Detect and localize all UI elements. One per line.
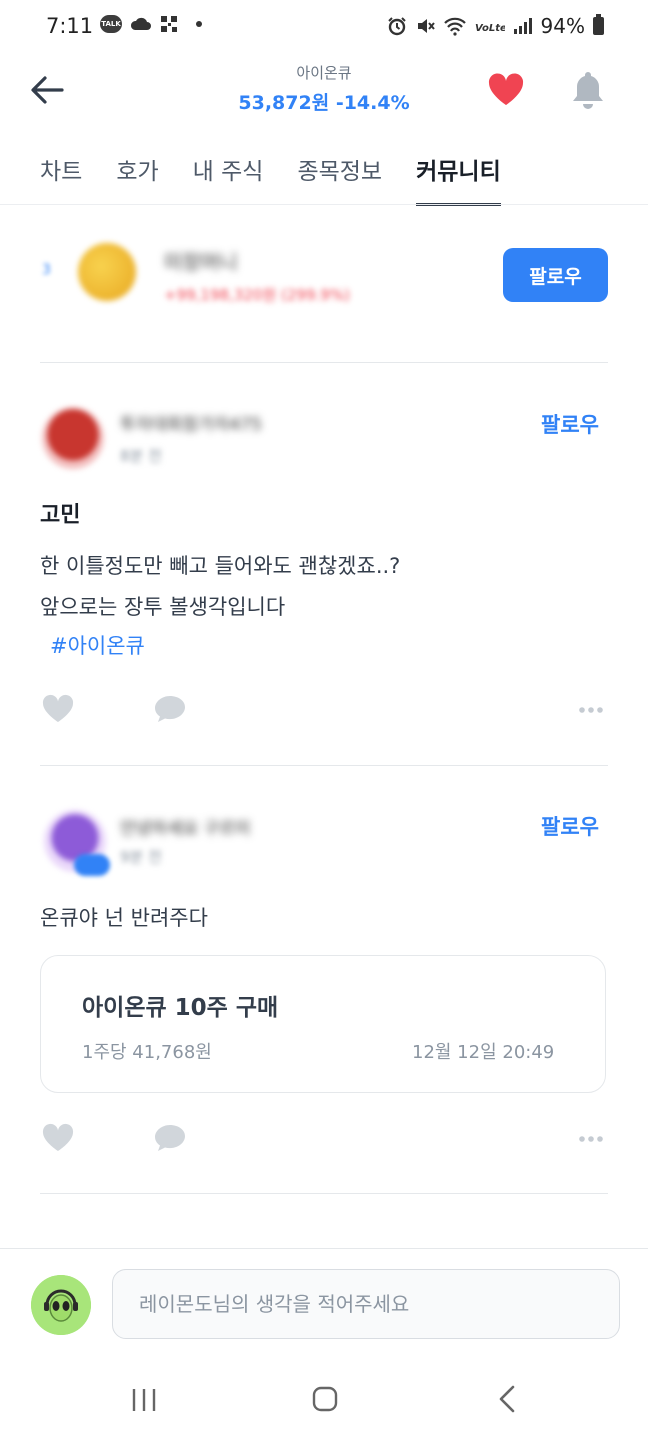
post-body-line[interactable]: 앞으로는 장투 볼생각입니다 xyxy=(40,591,285,621)
tab-orderbook[interactable]: 호가 xyxy=(116,152,158,206)
kakaotalk-icon: TALK xyxy=(100,15,122,33)
ranking-number: 3 xyxy=(42,262,51,278)
divider xyxy=(40,1193,608,1194)
comment-bubble-icon[interactable] xyxy=(153,1123,187,1153)
recommended-author-name[interactable]: 미장머니 xyxy=(164,246,238,275)
signal-icon xyxy=(513,18,532,34)
stock-price-line: 53,872원 -14.4% xyxy=(0,88,648,115)
wifi-icon xyxy=(443,17,466,36)
comment-input[interactable] xyxy=(112,1269,620,1339)
recommended-author-profit: +99,198,320원 (299.9%) xyxy=(164,286,350,304)
favorite-heart-button[interactable] xyxy=(486,70,526,110)
trade-title: 아이온큐 10주 구매 xyxy=(82,995,279,1021)
post-body[interactable]: 온큐야 넌 반려주다 xyxy=(40,902,208,932)
like-heart-icon[interactable] xyxy=(41,1123,75,1153)
hashtag-link[interactable]: #아이온큐 xyxy=(50,630,145,660)
avatar[interactable] xyxy=(31,1275,91,1335)
stock-change: -14.4% xyxy=(335,92,410,114)
follow-button[interactable]: 팔로우 xyxy=(541,811,599,841)
home-icon[interactable] xyxy=(312,1386,338,1412)
tab-divider xyxy=(0,204,648,205)
comment-bubble-icon[interactable] xyxy=(153,694,187,724)
status-system-icons: VoLte 94% xyxy=(387,14,604,38)
like-heart-icon[interactable] xyxy=(41,694,75,724)
tab-stock-info[interactable]: 종목정보 xyxy=(297,152,382,206)
mute-icon xyxy=(417,19,435,33)
post-author-name[interactable]: 투자대회참가자475 xyxy=(120,410,262,435)
nav-back-icon[interactable] xyxy=(497,1384,517,1414)
follow-button[interactable]: 팔로우 xyxy=(503,248,608,302)
battery-percent: 94% xyxy=(540,14,585,38)
qr-icon xyxy=(161,16,177,32)
avatar[interactable] xyxy=(42,407,104,469)
stock-tabs: 차트 호가 내 주식 종목정보 커뮤니티 xyxy=(40,152,535,206)
notification-bell-button[interactable] xyxy=(568,68,608,112)
post-title[interactable]: 고민 xyxy=(40,497,80,529)
follow-button[interactable]: 팔로우 xyxy=(541,409,599,439)
more-notifications-dot xyxy=(196,21,202,27)
volte-icon: VoLte xyxy=(475,23,505,34)
trade-time: 12월 12일 20:49 xyxy=(412,1042,555,1063)
svg-text:VoLte: VoLte xyxy=(475,23,505,34)
post-author-name[interactable]: 안녕하세요 구르미 xyxy=(120,814,251,839)
avatar[interactable] xyxy=(78,243,136,301)
post-time: 8분 전 xyxy=(120,447,162,465)
stock-name: 아이온큐 xyxy=(296,64,352,82)
alarm-icon xyxy=(387,17,406,36)
recent-apps-icon[interactable] xyxy=(130,1386,158,1414)
more-options-icon[interactable] xyxy=(578,1135,604,1143)
more-options-icon[interactable] xyxy=(578,706,604,714)
battery-icon xyxy=(593,14,604,35)
status-badge xyxy=(74,854,110,876)
cloud-icon xyxy=(130,17,151,30)
post-body-line[interactable]: 한 이틀정도만 빼고 들어와도 괜찮겠죠..? xyxy=(40,550,400,580)
stock-price: 53,872원 xyxy=(238,92,330,114)
status-time: 7:11 xyxy=(46,14,94,38)
status-notification-icons: TALK xyxy=(100,15,202,33)
tab-community[interactable]: 커뮤니티 xyxy=(416,152,501,206)
tab-my-stock[interactable]: 내 주식 xyxy=(193,152,264,206)
trade-card[interactable] xyxy=(40,955,606,1093)
trade-price: 1주당 41,768원 xyxy=(82,1042,212,1063)
divider xyxy=(40,362,608,363)
divider xyxy=(40,765,608,766)
tab-chart[interactable]: 차트 xyxy=(40,152,82,206)
post-time: 9분 전 xyxy=(120,848,162,866)
